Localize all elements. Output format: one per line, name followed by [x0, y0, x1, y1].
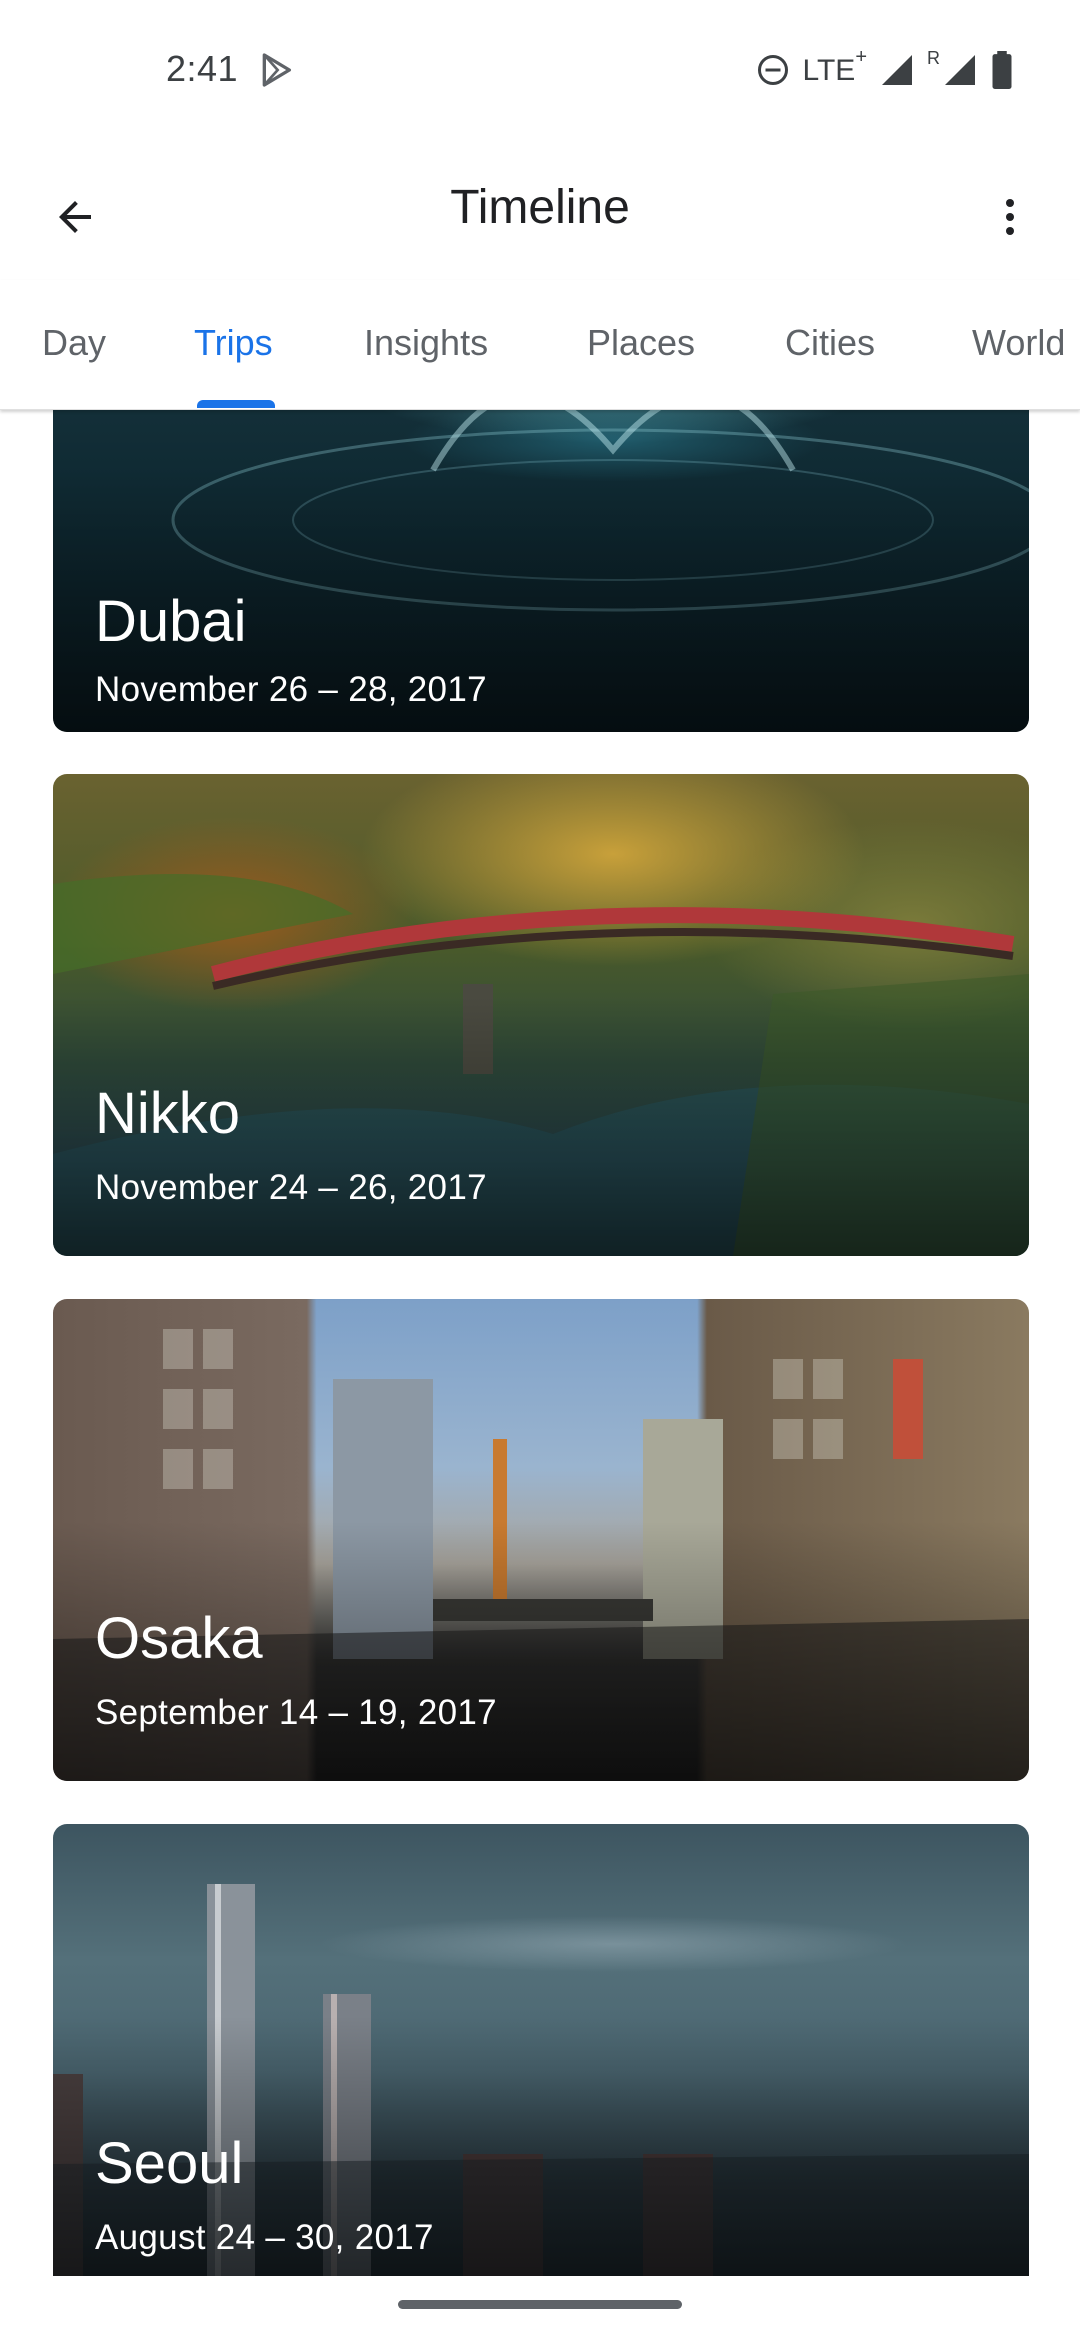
trip-list: Dubai November 26 – 28, 2017 Nikko Novem… [0, 410, 1080, 2276]
active-tab-indicator [197, 400, 275, 408]
trip-name: Nikko [95, 1081, 241, 1146]
trip-dates: September 14 – 19, 2017 [95, 1693, 497, 1732]
status-bar: 2:41 LTE+ R [0, 0, 1080, 140]
trip-dates: November 24 – 26, 2017 [95, 1168, 487, 1207]
more-vert-icon [1006, 199, 1014, 235]
trip-card-nikko[interactable]: Nikko November 24 – 26, 2017 [53, 774, 1029, 1256]
trip-card-seoul[interactable]: Seoul August 24 – 30, 2017 [53, 1824, 1029, 2276]
app-bar: Timeline [0, 140, 1080, 280]
trip-dates: August 24 – 30, 2017 [95, 2218, 434, 2257]
trip-card-osaka[interactable]: Osaka September 14 – 19, 2017 [53, 1299, 1029, 1781]
tab-day[interactable]: Day [42, 322, 106, 364]
trip-dates: November 26 – 28, 2017 [95, 670, 487, 709]
tab-places[interactable]: Places [587, 322, 695, 364]
tab-insights[interactable]: Insights [364, 322, 488, 364]
do-not-disturb-icon [757, 55, 788, 85]
roaming-mark: R [927, 47, 940, 68]
trip-card-dubai[interactable]: Dubai November 26 – 28, 2017 [53, 410, 1029, 732]
status-icons: LTE+ R [755, 46, 1014, 92]
trip-name: Osaka [95, 1606, 263, 1671]
tab-bar: Day Trips Insights Places Cities World [0, 280, 1080, 410]
tab-world[interactable]: World [972, 322, 1065, 364]
home-indicator[interactable] [398, 2300, 682, 2309]
trip-name: Seoul [95, 2131, 244, 2196]
status-time: 2:41 [166, 48, 239, 89]
page-title: Timeline [450, 181, 630, 234]
trip-name: Dubai [95, 589, 247, 654]
signal-icon [882, 55, 912, 85]
tab-cities[interactable]: Cities [785, 322, 875, 364]
roaming-signal-icon [945, 55, 975, 85]
network-type: LTE+ [802, 46, 867, 87]
play-store-icon [262, 53, 291, 87]
battery-icon [992, 51, 1012, 89]
tab-trips[interactable]: Trips [194, 322, 273, 364]
more-options-button[interactable] [980, 182, 1040, 252]
